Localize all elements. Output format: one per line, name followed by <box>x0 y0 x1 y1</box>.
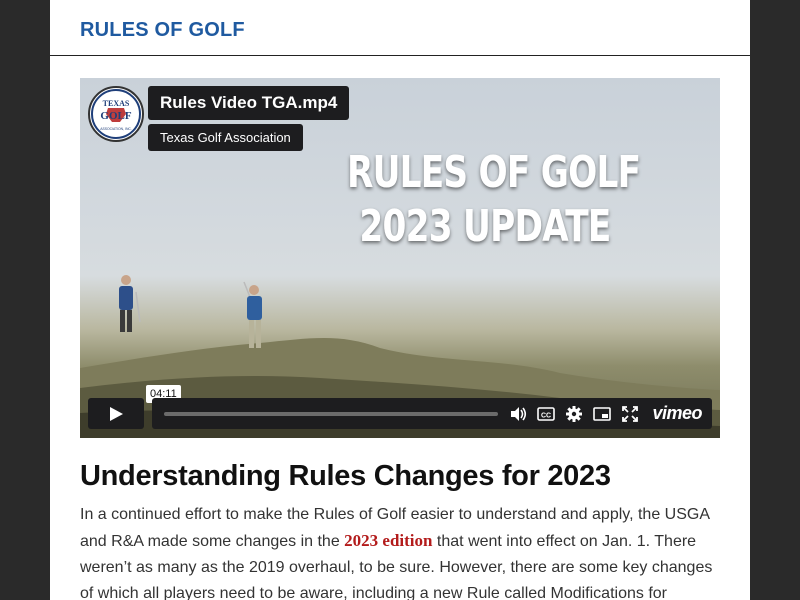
overlay-line-1: RULES OF GOLF <box>346 147 641 198</box>
volume-button[interactable] <box>508 404 528 424</box>
svg-text:ASSOCIATION, INC.: ASSOCIATION, INC. <box>100 127 132 131</box>
golfer-figure-left <box>119 275 141 332</box>
progress-bar[interactable] <box>164 412 498 416</box>
2023-edition-link[interactable]: 2023 edition <box>344 531 432 550</box>
page: RULES OF GOLF TEXAS GOLF ASSOCIATION, IN… <box>50 0 750 600</box>
picture-in-picture-icon <box>593 407 611 421</box>
player-controls: CC vimeo <box>152 398 712 429</box>
site-title[interactable]: RULES OF GOLF <box>80 19 245 42</box>
svg-text:GOLF: GOLF <box>100 110 131 122</box>
settings-button[interactable] <box>564 404 584 424</box>
fullscreen-icon <box>622 406 638 422</box>
volume-icon <box>511 407 527 421</box>
captions-icon: CC <box>537 407 555 421</box>
captions-button[interactable]: CC <box>536 404 556 424</box>
video-title[interactable]: Rules Video TGA.mp4 <box>148 86 350 120</box>
play-icon <box>110 407 123 421</box>
video-owner[interactable]: Texas Golf Association <box>148 124 303 151</box>
vimeo-logo[interactable]: vimeo <box>652 403 702 424</box>
video-overlay-title: RULES OF GOLF 2023 UPDATE <box>346 146 641 254</box>
golfer-figure-right <box>243 281 262 348</box>
fullscreen-button[interactable] <box>620 404 640 424</box>
svg-text:CC: CC <box>541 413 551 420</box>
article-paragraph: In a continued effort to make the Rules … <box>80 502 720 600</box>
overlay-line-2: 2023 UPDATE <box>359 201 611 252</box>
svg-text:TEXAS: TEXAS <box>103 99 130 108</box>
gear-icon <box>566 406 582 422</box>
article-heading: Understanding Rules Changes for 2023 <box>80 460 611 492</box>
video-player[interactable]: TEXAS GOLF ASSOCIATION, INC. Rules Video… <box>80 78 720 438</box>
site-header: RULES OF GOLF <box>50 0 750 56</box>
picture-in-picture-button[interactable] <box>592 404 612 424</box>
play-button[interactable] <box>88 398 144 429</box>
texas-golf-association-logo[interactable]: TEXAS GOLF ASSOCIATION, INC. <box>88 86 144 142</box>
